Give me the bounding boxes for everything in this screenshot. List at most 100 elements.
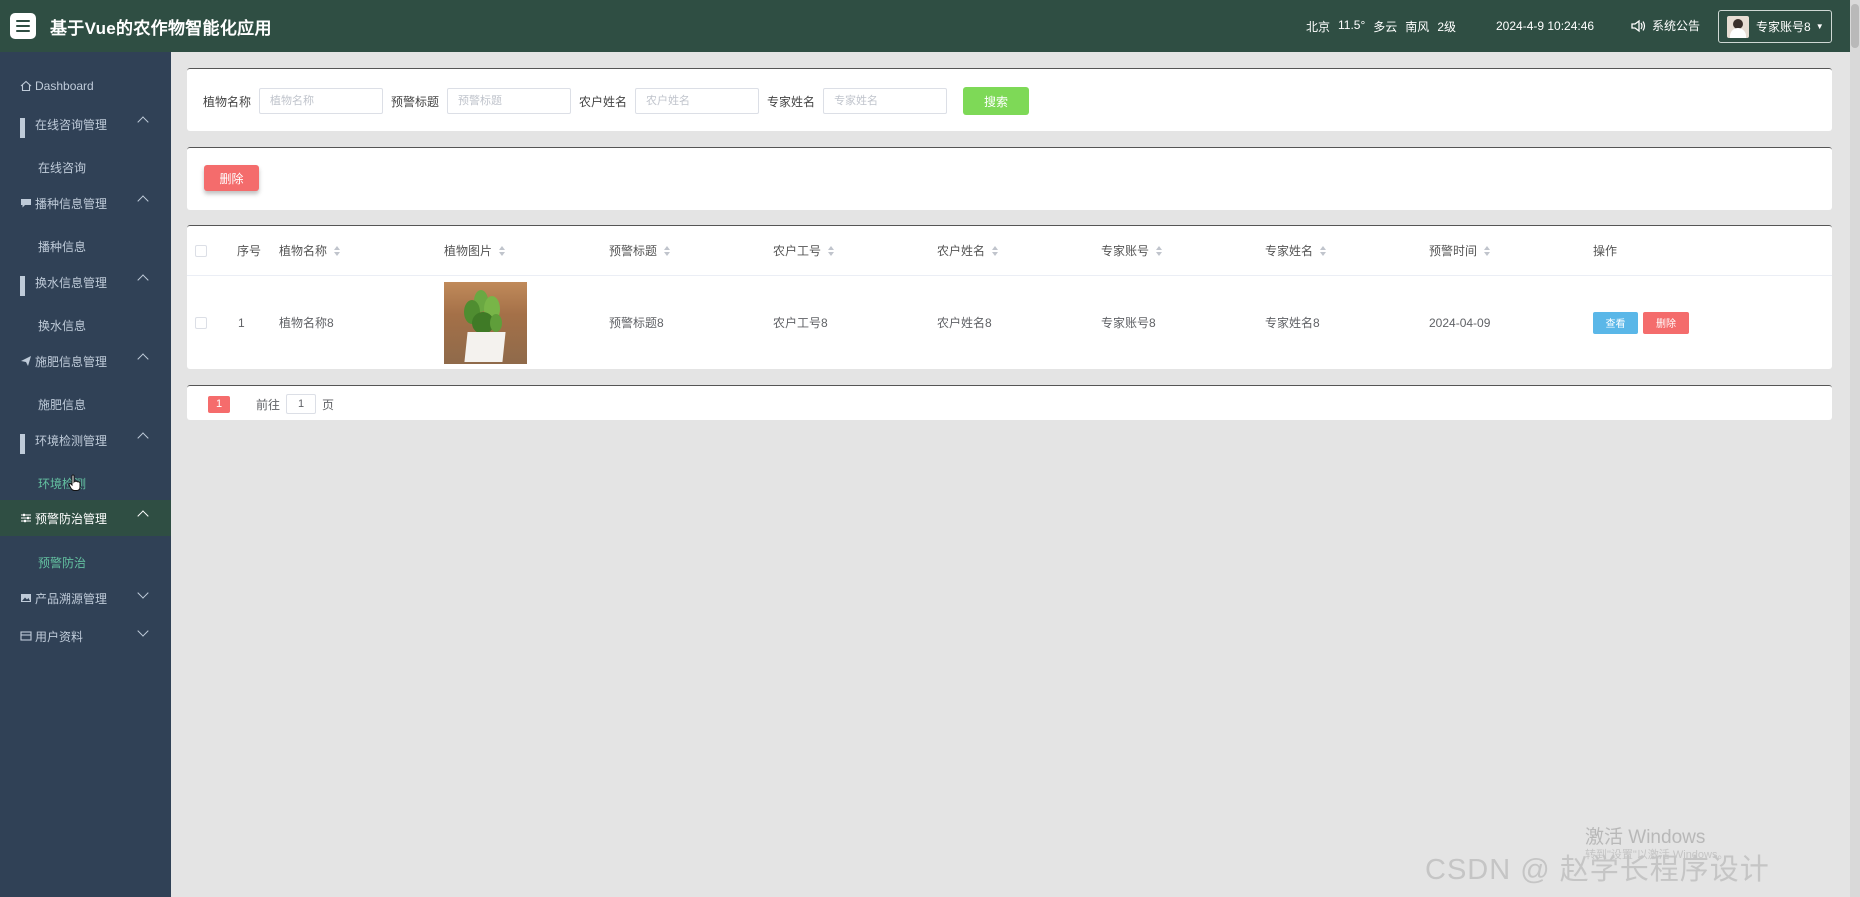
search-panel: 植物名称 预警标题 农户姓名 专家姓名 搜索: [187, 68, 1832, 131]
sidebar-item-sowing[interactable]: 播种信息: [0, 228, 171, 264]
weather-condition: 多云: [1373, 20, 1398, 34]
action-panel: 删除: [187, 147, 1832, 210]
avatar: [1727, 15, 1749, 38]
chevron-up-icon: [137, 116, 149, 128]
scrollbar-track[interactable]: [1850, 0, 1860, 897]
col-label: 植物名称: [279, 244, 328, 258]
cell-warning-time: 2024-04-09: [1429, 315, 1491, 330]
sidebar-item-consult[interactable]: 在线咨询: [0, 149, 171, 185]
col-plant-name[interactable]: 植物名称: [279, 226, 341, 275]
col-expert-account[interactable]: 专家账号: [1101, 226, 1163, 275]
warning-title-input[interactable]: [447, 88, 572, 114]
cell-warning-title: 预警标题8: [609, 316, 664, 330]
caret-down-icon: ▼: [1815, 22, 1824, 31]
col-warning-title[interactable]: 预警标题: [609, 226, 671, 275]
col-warning-time[interactable]: 预警时间: [1429, 226, 1491, 275]
cell-expert-name: 专家姓名8: [1265, 316, 1320, 330]
sort-icon[interactable]: [333, 245, 341, 257]
col-actions: 操作: [1593, 244, 1618, 258]
sidebar-group-traceability[interactable]: 产品溯源管理: [0, 580, 171, 616]
goto-label: 前往: [256, 397, 281, 412]
col-label: 农户姓名: [937, 244, 986, 258]
col-label: 专家姓名: [1265, 244, 1314, 258]
windows-activation-watermark: 激活 Windows: [1585, 827, 1706, 848]
sidebar-item-environment[interactable]: 环境检测: [0, 465, 171, 501]
sort-icon[interactable]: [1483, 245, 1491, 257]
plant-name-input[interactable]: [259, 88, 384, 114]
col-label: 专家账号: [1101, 244, 1150, 258]
sidebar-group-label: 预警防治管理: [35, 511, 108, 526]
sort-icon[interactable]: [827, 245, 835, 257]
sidebar-group-fertilize[interactable]: 施肥信息管理: [0, 343, 171, 379]
sort-icon[interactable]: [1319, 245, 1327, 257]
sort-icon[interactable]: [663, 245, 671, 257]
data-table: 序号 植物名称 植物图片 预警标题 农户工号 农户姓名 专家账号 专家姓名 预警…: [187, 225, 1832, 369]
col-farmer-name[interactable]: 农户姓名: [937, 226, 999, 275]
col-farmer-id[interactable]: 农户工号: [773, 226, 835, 275]
sidebar-item-label: Dashboard: [35, 79, 94, 93]
menu-toggle-icon[interactable]: [10, 13, 36, 39]
speaker-icon: [1631, 19, 1646, 32]
pagination: 1 前往 页: [208, 394, 334, 414]
card-icon: [20, 631, 32, 641]
row-checkbox[interactable]: [195, 316, 207, 329]
weather-info: 北京 11.5° 多云 南风 2级: [1306, 18, 1456, 35]
sidebar-group-label: 播种信息管理: [35, 196, 108, 211]
col-plant-image[interactable]: 植物图片: [444, 226, 506, 275]
user-dropdown[interactable]: 专家账号8 ▼: [1718, 10, 1832, 43]
expert-name-input[interactable]: [823, 88, 948, 114]
sort-icon[interactable]: [1155, 245, 1163, 257]
csdn-watermark: CSDN @ 赵学长程序设计: [1425, 854, 1770, 886]
weather-temperature: 11.5°: [1338, 18, 1366, 32]
sidebar-group-environment[interactable]: 环境检测管理: [0, 422, 171, 458]
image-icon: [21, 594, 31, 602]
scrollbar-thumb[interactable]: [1851, 4, 1859, 48]
sidebar-item-water[interactable]: 换水信息: [0, 307, 171, 343]
search-button[interactable]: 搜索: [963, 87, 1030, 115]
sidebar-group-label: 换水信息管理: [35, 275, 108, 290]
table-header: 序号 植物名称 植物图片 预警标题 农户工号 农户姓名 专家账号 专家姓名 预警…: [187, 226, 1832, 276]
chat-icon: [21, 199, 31, 208]
top-bar: 基于Vue的农作物智能化应用 北京 11.5° 多云 南风 2级 2024-4-…: [0, 0, 1850, 52]
col-label: 植物图片: [444, 244, 493, 258]
cell-expert-account: 专家账号8: [1101, 316, 1156, 330]
plant-image[interactable]: [444, 281, 527, 364]
weather-city: 北京: [1306, 20, 1331, 34]
col-label: 预警标题: [609, 244, 658, 258]
sidebar-item-dashboard[interactable]: Dashboard: [0, 68, 171, 104]
grid-icon: [20, 118, 32, 138]
grid-icon: [20, 276, 32, 296]
cell-farmer-id: 农户工号8: [773, 316, 828, 330]
chevron-up-icon: [137, 274, 149, 286]
batch-delete-button[interactable]: 删除: [204, 165, 259, 191]
notice-button[interactable]: 系统公告: [1630, 17, 1700, 34]
sliders-icon: [21, 513, 31, 523]
view-button[interactable]: 查看: [1593, 311, 1638, 334]
sidebar-group-label: 用户资料: [35, 629, 84, 644]
search-field-plant-name: 植物名称: [203, 88, 384, 114]
weather-wind-level: 2级: [1437, 20, 1456, 34]
sort-icon[interactable]: [498, 245, 506, 257]
farmer-name-input[interactable]: [635, 88, 760, 114]
col-expert-name[interactable]: 专家姓名: [1265, 226, 1327, 275]
chevron-up-icon: [137, 195, 149, 207]
sidebar-group-label: 在线咨询管理: [35, 117, 108, 132]
col-label: 农户工号: [773, 244, 822, 258]
page-number-current[interactable]: 1: [208, 395, 230, 413]
sidebar-group-sowing[interactable]: 播种信息管理: [0, 185, 171, 221]
search-field-expert-name: 专家姓名: [767, 88, 948, 114]
cell-plant-name: 植物名称8: [279, 316, 334, 330]
sidebar-group-warning[interactable]: 预警防治管理: [0, 500, 171, 536]
sidebar-group-label: 环境检测管理: [35, 433, 108, 448]
chevron-up-icon: [137, 432, 149, 444]
sidebar-group-consult[interactable]: 在线咨询管理: [0, 106, 171, 142]
select-all-checkbox[interactable]: [195, 244, 207, 257]
sidebar-group-profile[interactable]: 用户资料: [0, 618, 171, 654]
sort-icon[interactable]: [991, 245, 999, 257]
row-delete-button[interactable]: 删除: [1643, 311, 1689, 334]
goto-page-input[interactable]: [286, 394, 317, 414]
sidebar-item-fertilize[interactable]: 施肥信息: [0, 386, 171, 422]
sidebar-item-warning[interactable]: 预警防治: [0, 544, 171, 580]
chevron-up-icon: [137, 353, 149, 365]
sidebar-group-water[interactable]: 换水信息管理: [0, 264, 171, 300]
